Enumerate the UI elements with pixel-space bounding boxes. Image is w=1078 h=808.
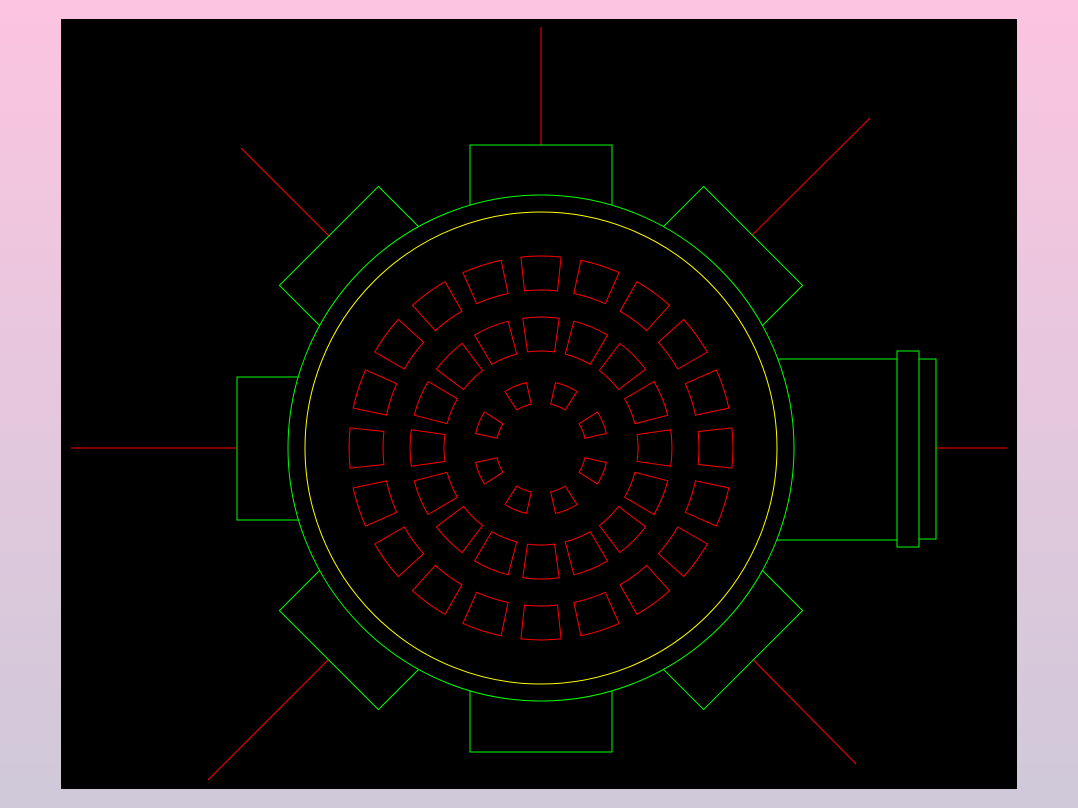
vessel-outer-shell bbox=[287, 194, 795, 702]
app-background: { "drawing": { "background": "#000000", … bbox=[0, 0, 1078, 808]
nozzle-right-face bbox=[918, 358, 937, 540]
vessel-layer bbox=[287, 194, 795, 702]
nozzle-right-flange bbox=[896, 350, 920, 548]
cad-drawing bbox=[71, 27, 1007, 781]
cad-drawing-viewport[interactable] bbox=[61, 19, 1017, 789]
